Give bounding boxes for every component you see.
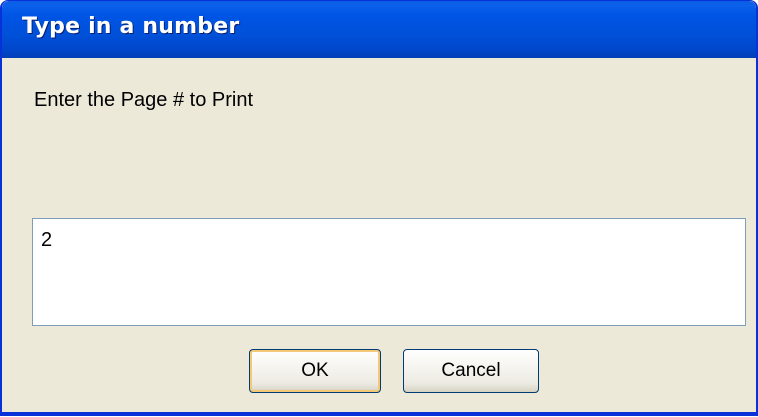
title-bar[interactable]: Type in a number [2,1,756,58]
page-number-input[interactable]: 2 [32,218,746,326]
prompt-label: Enter the Page # to Print [34,89,254,111]
input-dialog: Type in a number Enter the Page # to Pri… [0,0,758,416]
dialog-title: Type in a number [22,14,240,39]
cancel-button[interactable]: Cancel [403,349,539,393]
ok-button[interactable]: OK [249,349,381,393]
